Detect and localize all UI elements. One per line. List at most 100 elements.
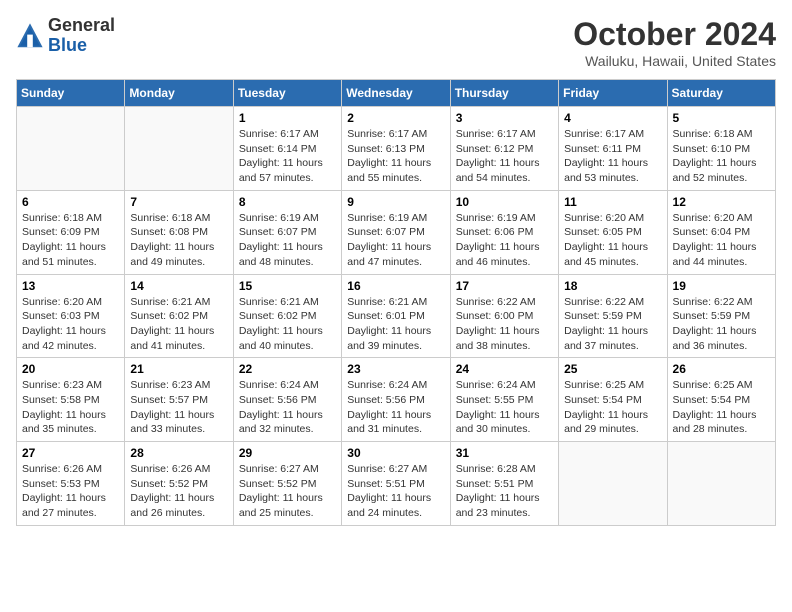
logo-text: General Blue <box>48 16 115 56</box>
calendar-cell: 5 Sunrise: 6:18 AMSunset: 6:10 PMDaylight… <box>667 107 775 191</box>
calendar-cell: 6Sunrise: 6:18 AMSunset: 6:09 PMDaylight… <box>17 190 125 274</box>
calendar-cell: 27 Sunrise: 6:26 AMSunset: 5:53 PMDayligh… <box>17 442 125 526</box>
day-info: Sunrise: 6:23 AMSunset: 5:58 PMDaylight:… <box>22 378 119 437</box>
calendar-cell: 18Sunrise: 6:22 AMSunset: 5:59 PMDayligh… <box>559 274 667 358</box>
day-number: 10 <box>456 195 553 209</box>
calendar-cell <box>559 442 667 526</box>
day-info: Sunrise: 6:19 AMSunset: 6:06 PMDaylight:… <box>456 211 553 270</box>
calendar-table: SundayMondayTuesdayWednesdayThursdayFrid… <box>16 79 776 526</box>
calendar-cell: 8Sunrise: 6:19 AMSunset: 6:07 PMDaylight… <box>233 190 341 274</box>
day-info: Sunrise: 6:27 AMSunset: 5:52 PMDaylight:… <box>239 462 336 521</box>
calendar-cell: 1Sunrise: 6:17 AMSunset: 6:14 PMDaylight… <box>233 107 341 191</box>
calendar-cell <box>667 442 775 526</box>
day-info: Sunrise: 6:24 AMSunset: 5:56 PMDaylight:… <box>239 378 336 437</box>
day-info: Sunrise: 6:22 AMSunset: 5:59 PMDaylight:… <box>564 295 661 354</box>
logo: General Blue <box>16 16 115 56</box>
calendar-cell: 10 Sunrise: 6:19 AMSunset: 6:06 PMDayligh… <box>450 190 558 274</box>
day-info: Sunrise: 6:20 AMSunset: 6:03 PMDaylight:… <box>22 295 119 354</box>
calendar-cell: 17Sunrise: 6:22 AMSunset: 6:00 PMDayligh… <box>450 274 558 358</box>
day-info: Sunrise: 6:25 AMSunset: 5:54 PMDaylight:… <box>673 378 770 437</box>
day-info: Sunrise: 6:21 AMSunset: 6:02 PMDaylight:… <box>239 295 336 354</box>
calendar-cell: 25Sunrise: 6:25 AMSunset: 5:54 PMDayligh… <box>559 358 667 442</box>
day-number: 31 <box>456 446 553 460</box>
calendar-cell: 14Sunrise: 6:21 AMSunset: 6:02 PMDayligh… <box>125 274 233 358</box>
day-number: 4 <box>564 111 661 125</box>
day-number: 6 <box>22 195 119 209</box>
day-header-sunday: Sunday <box>17 80 125 107</box>
day-number: 26 <box>673 362 770 376</box>
day-info: Sunrise: 6:17 AMSunset: 6:14 PMDaylight:… <box>239 127 336 186</box>
day-info: Sunrise: 6:24 AMSunset: 5:55 PMDaylight:… <box>456 378 553 437</box>
calendar-cell: 30Sunrise: 6:27 AMSunset: 5:51 PMDayligh… <box>342 442 450 526</box>
day-info: Sunrise: 6:24 AMSunset: 5:56 PMDaylight:… <box>347 378 444 437</box>
calendar-cell: 9Sunrise: 6:19 AMSunset: 6:07 PMDaylight… <box>342 190 450 274</box>
calendar-cell: 21 Sunrise: 6:23 AMSunset: 5:57 PMDayligh… <box>125 358 233 442</box>
day-number: 11 <box>564 195 661 209</box>
calendar-cell: 23 Sunrise: 6:24 AMSunset: 5:56 PMDayligh… <box>342 358 450 442</box>
day-number: 3 <box>456 111 553 125</box>
calendar-cell: 31 Sunrise: 6:28 AMSunset: 5:51 PMDayligh… <box>450 442 558 526</box>
calendar-week-row: 6Sunrise: 6:18 AMSunset: 6:09 PMDaylight… <box>17 190 776 274</box>
calendar-cell: 7 Sunrise: 6:18 AMSunset: 6:08 PMDaylight… <box>125 190 233 274</box>
day-info: Sunrise: 6:19 AMSunset: 6:07 PMDaylight:… <box>347 211 444 270</box>
location: Wailuku, Hawaii, United States <box>573 53 776 69</box>
day-number: 23 <box>347 362 444 376</box>
calendar-cell <box>17 107 125 191</box>
day-info: Sunrise: 6:18 AMSunset: 6:08 PMDaylight:… <box>130 211 227 270</box>
calendar-cell: 20 Sunrise: 6:23 AMSunset: 5:58 PMDayligh… <box>17 358 125 442</box>
day-header-friday: Friday <box>559 80 667 107</box>
day-info: Sunrise: 6:23 AMSunset: 5:57 PMDaylight:… <box>130 378 227 437</box>
day-number: 21 <box>130 362 227 376</box>
calendar-cell <box>125 107 233 191</box>
logo-icon <box>16 22 44 50</box>
day-number: 15 <box>239 279 336 293</box>
day-number: 30 <box>347 446 444 460</box>
calendar-cell: 28 Sunrise: 6:26 AMSunset: 5:52 PMDayligh… <box>125 442 233 526</box>
day-info: Sunrise: 6:28 AMSunset: 5:51 PMDaylight:… <box>456 462 553 521</box>
day-number: 24 <box>456 362 553 376</box>
day-info: Sunrise: 6:17 AMSunset: 6:11 PMDaylight:… <box>564 127 661 186</box>
day-info: Sunrise: 6:17 AMSunset: 6:12 PMDaylight:… <box>456 127 553 186</box>
calendar-week-row: 20 Sunrise: 6:23 AMSunset: 5:58 PMDayligh… <box>17 358 776 442</box>
calendar-cell: 2 Sunrise: 6:17 AMSunset: 6:13 PMDaylight… <box>342 107 450 191</box>
day-info: Sunrise: 6:18 AMSunset: 6:10 PMDaylight:… <box>673 127 770 186</box>
day-header-tuesday: Tuesday <box>233 80 341 107</box>
calendar-week-row: 1Sunrise: 6:17 AMSunset: 6:14 PMDaylight… <box>17 107 776 191</box>
day-number: 2 <box>347 111 444 125</box>
day-number: 22 <box>239 362 336 376</box>
day-header-wednesday: Wednesday <box>342 80 450 107</box>
calendar-week-row: 27 Sunrise: 6:26 AMSunset: 5:53 PMDayligh… <box>17 442 776 526</box>
calendar-cell: 22 Sunrise: 6:24 AMSunset: 5:56 PMDayligh… <box>233 358 341 442</box>
calendar-cell: 15 Sunrise: 6:21 AMSunset: 6:02 PMDayligh… <box>233 274 341 358</box>
day-number: 25 <box>564 362 661 376</box>
logo-blue: Blue <box>48 36 115 56</box>
title-block: October 2024 Wailuku, Hawaii, United Sta… <box>573 16 776 69</box>
day-info: Sunrise: 6:17 AMSunset: 6:13 PMDaylight:… <box>347 127 444 186</box>
day-info: Sunrise: 6:21 AMSunset: 6:01 PMDaylight:… <box>347 295 444 354</box>
calendar-cell: 29 Sunrise: 6:27 AMSunset: 5:52 PMDayligh… <box>233 442 341 526</box>
calendar-cell: 11 Sunrise: 6:20 AMSunset: 6:05 PMDayligh… <box>559 190 667 274</box>
day-number: 7 <box>130 195 227 209</box>
day-info: Sunrise: 6:21 AMSunset: 6:02 PMDaylight:… <box>130 295 227 354</box>
calendar-week-row: 13Sunrise: 6:20 AMSunset: 6:03 PMDayligh… <box>17 274 776 358</box>
day-number: 28 <box>130 446 227 460</box>
day-number: 27 <box>22 446 119 460</box>
day-info: Sunrise: 6:20 AMSunset: 6:05 PMDaylight:… <box>564 211 661 270</box>
day-info: Sunrise: 6:26 AMSunset: 5:52 PMDaylight:… <box>130 462 227 521</box>
day-info: Sunrise: 6:20 AMSunset: 6:04 PMDaylight:… <box>673 211 770 270</box>
day-info: Sunrise: 6:26 AMSunset: 5:53 PMDaylight:… <box>22 462 119 521</box>
day-header-thursday: Thursday <box>450 80 558 107</box>
calendar-cell: 26 Sunrise: 6:25 AMSunset: 5:54 PMDayligh… <box>667 358 775 442</box>
day-number: 12 <box>673 195 770 209</box>
day-number: 5 <box>673 111 770 125</box>
day-number: 16 <box>347 279 444 293</box>
day-number: 19 <box>673 279 770 293</box>
day-number: 29 <box>239 446 336 460</box>
calendar-cell: 16 Sunrise: 6:21 AMSunset: 6:01 PMDayligh… <box>342 274 450 358</box>
day-number: 20 <box>22 362 119 376</box>
day-info: Sunrise: 6:22 AMSunset: 5:59 PMDaylight:… <box>673 295 770 354</box>
calendar-cell: 24 Sunrise: 6:24 AMSunset: 5:55 PMDayligh… <box>450 358 558 442</box>
page-header: General Blue October 2024 Wailuku, Hawai… <box>16 16 776 69</box>
day-header-saturday: Saturday <box>667 80 775 107</box>
day-header-monday: Monday <box>125 80 233 107</box>
